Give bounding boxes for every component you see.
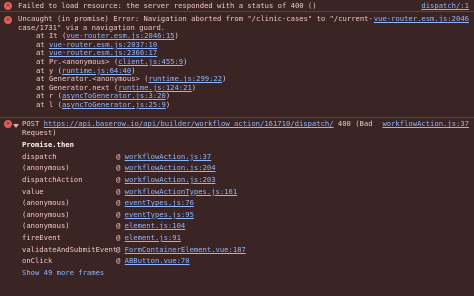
call-frame-link[interactable]: workflowAction.js:37 — [125, 152, 212, 161]
call-frame-link[interactable]: eventTypes.js:95 — [125, 210, 194, 219]
stack-line-suffix: ) — [222, 74, 227, 84]
call-frame-link[interactable]: FormContainerElement.vue:187 — [125, 245, 246, 254]
message-text: Failed to load resource: the server resp… — [18, 1, 317, 10]
stack-line-prefix: at l ( — [36, 99, 62, 109]
call-frame-row: fireEvent @ element.js:91 — [22, 232, 474, 246]
at-sign: @ — [116, 163, 125, 173]
console-message-uncaught-error: ✕ vue-router.esm.js:2046 Uncaught (in pr… — [0, 12, 474, 118]
error-icon: ✕ — [4, 120, 12, 128]
console-message-resource-error: ✕ Failed to load resource: the server re… — [0, 0, 474, 12]
error-icon: ✕ — [4, 2, 12, 10]
stack-line-link[interactable]: asyncToGenerator.js:25:9 — [62, 100, 166, 109]
call-frame-link[interactable]: workflowAction.js:203 — [125, 175, 216, 184]
at-sign: @ — [116, 198, 125, 208]
stack-line: at l (asyncToGenerator.js:25:9) — [36, 99, 474, 110]
error-icon: ✕ — [4, 16, 12, 24]
call-frame-link[interactable]: eventTypes.js:76 — [125, 198, 194, 207]
stack-line-suffix: ) — [174, 31, 179, 41]
frames-title: Promise.then — [22, 140, 74, 150]
call-frame-function: dispatchAction — [22, 174, 83, 184]
call-frame-function: dispatch — [22, 151, 57, 161]
call-frame-location: @ eventTypes.js:76 — [116, 198, 194, 208]
call-frame-row: (anonymous) @ eventTypes.js:95 — [22, 209, 474, 223]
message-source-link[interactable]: vue-router.esm.js:2046 — [374, 14, 469, 24]
call-frame-location: @ eventTypes.js:95 — [116, 209, 194, 220]
call-frame-row: dispatchAction @ workflowAction.js:203 — [22, 174, 474, 188]
call-frame-row: (anonymous) @ workflowAction.js:204 — [22, 164, 474, 176]
request-url-link[interactable]: https://api.baserow.io/api/builder/workf… — [44, 119, 334, 128]
call-frame-function: (anonymous) — [22, 163, 70, 173]
message-source-link[interactable]: workflowAction.js:37 — [382, 119, 469, 129]
call-frame-function: (anonymous) — [22, 209, 70, 219]
call-frame-row: dispatch @ workflowAction.js:37 — [22, 151, 474, 165]
call-frame-location: @ ABButton.vue:70 — [116, 256, 190, 266]
stack-trace: at It (vue-router.esm.js:2046:15) at vue-… — [36, 31, 474, 110]
at-sign: @ — [116, 174, 125, 184]
console-message-network-error: ✕ workflowAction.js:37 POST https://api.… — [0, 118, 474, 296]
call-frame-location: @ element.js:91 — [116, 232, 181, 243]
call-frame-function: (anonymous) — [22, 198, 70, 208]
message-text: Uncaught (in promise) Error: Navigation … — [18, 14, 373, 32]
at-sign: @ — [116, 244, 125, 254]
expand-triangle-icon[interactable] — [13, 124, 19, 128]
at-sign: @ — [116, 186, 125, 196]
stack-line-suffix: ) — [191, 82, 197, 92]
call-frame-location: @ workflowActionTypes.js:161 — [116, 186, 238, 197]
call-frame-location: @ workflowAction.js:37 — [116, 151, 212, 162]
call-frame-function: (anonymous) — [22, 221, 70, 231]
call-frame-function: fireEvent — [22, 232, 61, 242]
call-frames: Promise.then dispatch @ workflowAction.js… — [22, 141, 474, 280]
stack-line-suffix: ) — [183, 56, 188, 66]
call-frame-function: value — [22, 186, 44, 196]
call-frame-link[interactable]: element.js:91 — [125, 233, 181, 242]
call-frame-location: @ workflowAction.js:203 — [116, 174, 216, 185]
call-frame-row: (anonymous) @ eventTypes.js:76 — [22, 198, 474, 211]
at-sign: @ — [116, 151, 125, 161]
call-frame-link[interactable]: workflowAction.js:204 — [125, 163, 216, 173]
at-sign: @ — [116, 221, 125, 231]
call-frame-function: onClick — [22, 256, 53, 266]
show-more-frames-link[interactable]: Show 49 more frames — [22, 268, 474, 281]
at-sign: @ — [116, 256, 125, 266]
call-frame-link[interactable]: element.js:104 — [125, 221, 186, 231]
call-frame-link[interactable]: workflowActionTypes.js:161 — [125, 187, 238, 196]
message-source-link[interactable]: dispatch/:1 — [421, 1, 469, 11]
call-frame-row: (anonymous) @ element.js:104 — [22, 222, 474, 234]
at-sign: @ — [116, 209, 125, 219]
call-frame-location: @ FormContainerElement.vue:187 — [116, 244, 246, 255]
at-sign: @ — [116, 232, 125, 242]
call-frame-function: validateAndSubmitEvent — [22, 244, 118, 254]
call-frame-row: value @ workflowActionTypes.js:161 — [22, 186, 474, 200]
stack-line-suffix: ) — [165, 99, 171, 109]
call-frame-link[interactable]: ABButton.vue:70 — [125, 256, 190, 265]
call-frame-row: onClick @ ABButton.vue:70 — [22, 256, 474, 269]
call-frame-location: @ workflowAction.js:204 — [116, 164, 216, 173]
request-line: POST https://api.baserow.io/api/builder/… — [22, 119, 384, 137]
call-frame-location: @ element.js:104 — [116, 222, 185, 231]
call-frame-row: validateAndSubmitEvent @ FormContainerEle… — [22, 244, 474, 258]
